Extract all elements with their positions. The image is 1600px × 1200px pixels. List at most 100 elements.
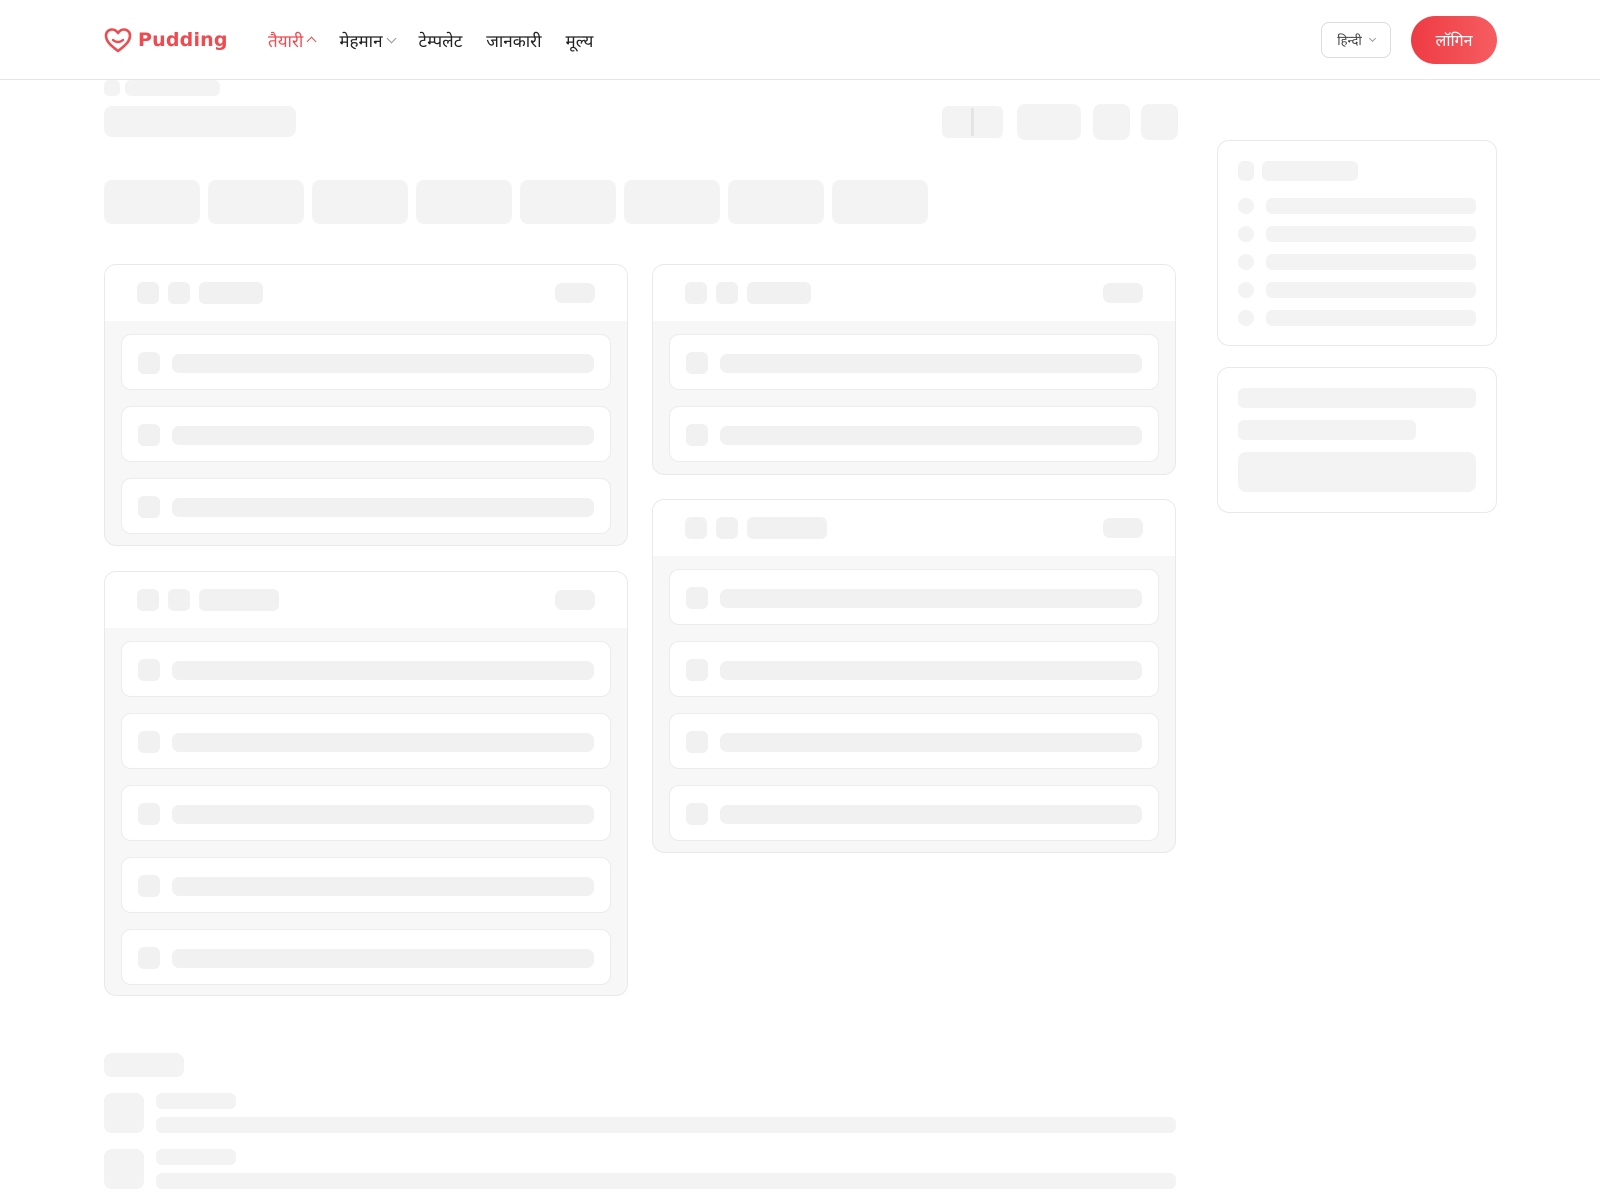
checkbox-skeleton [686,803,708,825]
card-count-skeleton [555,283,595,303]
list-item-skeleton [121,641,611,697]
list-item-skeleton [669,334,1159,390]
card-icon-skeleton [716,517,738,539]
sidebar-icon-skeleton [1238,161,1254,181]
brand-logo[interactable]: Pudding [104,26,228,54]
text-skeleton [172,805,594,824]
card-count-skeleton [555,590,595,610]
text-skeleton [172,661,594,680]
checkbox-skeleton [138,803,160,825]
nav-item-label: मूल्य [565,31,594,52]
sidebar-dot-skeleton [1238,310,1254,326]
text-skeleton [172,733,594,752]
nav-item-info[interactable]: जानकारी [486,29,541,52]
language-select[interactable]: हिन्दी [1321,22,1391,58]
card-header-skeleton [105,265,627,321]
tab-skeleton [416,180,512,224]
brand-name: Pudding [138,29,228,51]
text-skeleton [720,589,1142,608]
list-item-skeleton [121,713,611,769]
nav-item-label: मेहमान [339,31,383,52]
checkbox-skeleton [138,659,160,681]
card-icon-skeleton [168,589,190,611]
main-nav: तैयारी मेहमान टेम्पलेट जानकारी मूल्य [268,26,617,54]
list-item-skeleton [669,569,1159,625]
sidebar-card-skeleton [1217,367,1497,513]
avatar-skeleton [104,1093,144,1133]
text-skeleton [720,733,1142,752]
checklist-card-skeleton [104,571,628,996]
checkbox-skeleton [138,424,160,446]
checklist-card-skeleton [652,499,1176,853]
tab-skeleton [728,180,824,224]
language-label: हिन्दी [1337,34,1362,49]
text-skeleton [720,426,1142,445]
checkbox-skeleton [686,587,708,609]
card-title-skeleton [747,282,811,304]
top-navbar: Pudding तैयारी मेहमान टेम्पलेट जानकारी म… [0,0,1600,80]
text-skeleton [720,354,1142,373]
checkbox-skeleton [138,352,160,374]
card-count-skeleton [1103,283,1143,303]
list-item-skeleton [669,641,1159,697]
tab-skeleton [520,180,616,224]
card-icon-skeleton [137,589,159,611]
list-item-skeleton [121,857,611,913]
nav-item-guests[interactable]: मेहमान [339,29,396,52]
sidebar-line-skeleton [1266,226,1476,242]
nav-item-label: जानकारी [486,31,542,52]
text-skeleton [156,1149,236,1165]
sidebar-line-skeleton [1266,254,1476,270]
tab-skeleton [624,180,720,224]
login-button[interactable]: लॉगिन [1411,16,1497,64]
checkbox-skeleton [686,659,708,681]
card-title-skeleton [747,517,827,539]
sidebar-dot-skeleton [1238,198,1254,214]
card-count-skeleton [1103,518,1143,538]
tab-skeleton [208,180,304,224]
sidebar-dot-skeleton [1238,282,1254,298]
list-item-skeleton [121,478,611,534]
text-skeleton [172,426,594,445]
nav-item-preparation[interactable]: तैयारी [268,29,317,52]
checkbox-skeleton [138,496,160,518]
page-title-skeleton [104,106,296,137]
checkbox-skeleton [138,875,160,897]
card-header-skeleton [105,572,627,628]
nav-item-pricing[interactable]: मूल्य [566,29,594,52]
list-item-skeleton [669,785,1159,841]
card-header-skeleton [653,265,1175,321]
nav-item-label: तैयारी [268,31,304,52]
list-item-skeleton [669,406,1159,462]
checkbox-skeleton [138,947,160,969]
text-skeleton [172,498,594,517]
toolbar-button-skeleton [1017,104,1081,140]
sidebar-card-skeleton [1217,140,1497,346]
view-toggle-divider [971,108,974,136]
text-skeleton [172,354,594,373]
card-icon-skeleton [716,282,738,304]
list-item-skeleton [121,334,611,390]
sidebar-dot-skeleton [1238,226,1254,242]
text-skeleton [156,1173,1176,1189]
text-skeleton [172,949,594,968]
checkbox-skeleton [686,352,708,374]
card-icon-skeleton [685,282,707,304]
card-icon-skeleton [168,282,190,304]
card-icon-skeleton [685,517,707,539]
sidebar-line-skeleton [1266,198,1476,214]
nav-item-label: टेम्पलेट [418,31,463,52]
checkbox-skeleton [138,731,160,753]
card-icon-skeleton [137,282,159,304]
section-title-skeleton [104,1053,184,1077]
checklist-card-skeleton [652,264,1176,475]
text-skeleton [720,805,1142,824]
nav-item-templates[interactable]: टेम्पलेट [419,29,463,52]
avatar-skeleton [104,1149,144,1189]
text-skeleton [172,877,594,896]
chevron-down-icon [1368,34,1376,42]
sidebar-line-skeleton [1266,282,1476,298]
sidebar-title-skeleton [1262,161,1358,181]
sidebar-button-skeleton [1238,452,1476,492]
list-item-skeleton [121,406,611,462]
